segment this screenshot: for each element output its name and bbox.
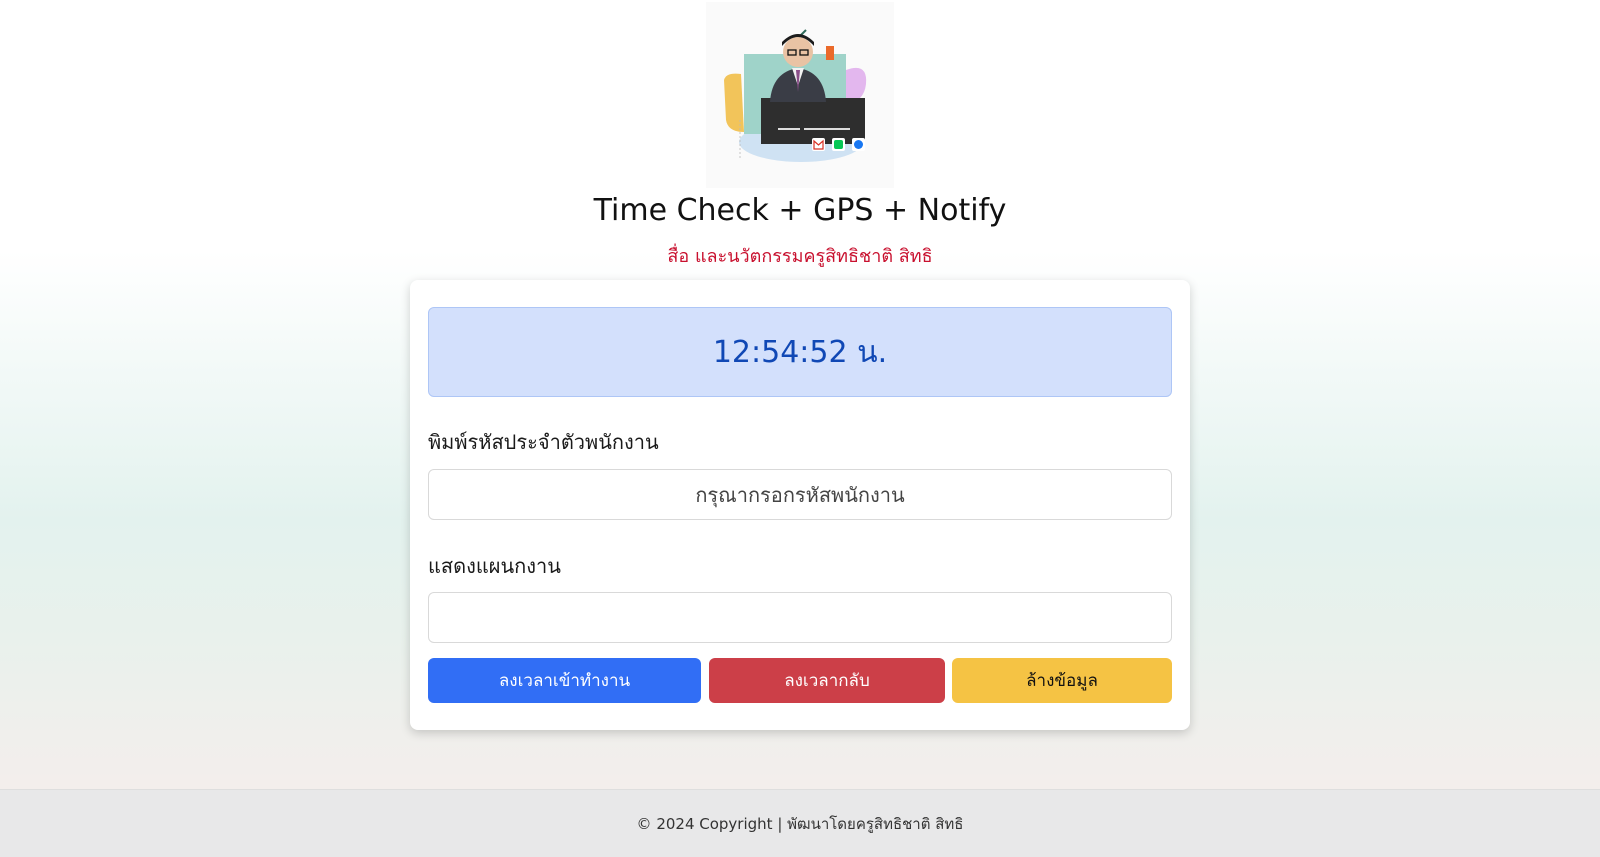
clock-time: 12:54:52 น. [712, 334, 888, 370]
footer: © 2024 Copyright | พัฒนาโดยครูสิทธิชาติ … [0, 789, 1600, 857]
check-out-button[interactable]: ลงเวลากลับ [709, 658, 945, 703]
time-check-card: 12:54:52 น. พิมพ์รหัสประจำตัวพนักงาน แสด… [410, 280, 1190, 730]
employee-id-label: พิมพ์รหัสประจำตัวพนักงาน [428, 430, 659, 454]
page-title: Time Check + GPS + Notify [593, 193, 1007, 228]
check-in-button[interactable]: ลงเวลาเข้าทำงาน [428, 658, 701, 703]
footer-copyright: © 2024 Copyright | พัฒนาโดยครูสิทธิชาติ … [636, 815, 964, 833]
clock-display: 12:54:52 น. [428, 307, 1172, 397]
clear-button[interactable]: ล้างข้อมูล [952, 658, 1172, 703]
header-logo [706, 2, 894, 188]
department-label: แสดงแผนกงาน [428, 554, 561, 578]
employee-id-input[interactable] [428, 469, 1172, 520]
page-subtitle: สื่อ และนวัตกรรมครูสิทธิชาติ สิทธิ [667, 246, 933, 267]
department-display-field[interactable] [428, 592, 1172, 643]
